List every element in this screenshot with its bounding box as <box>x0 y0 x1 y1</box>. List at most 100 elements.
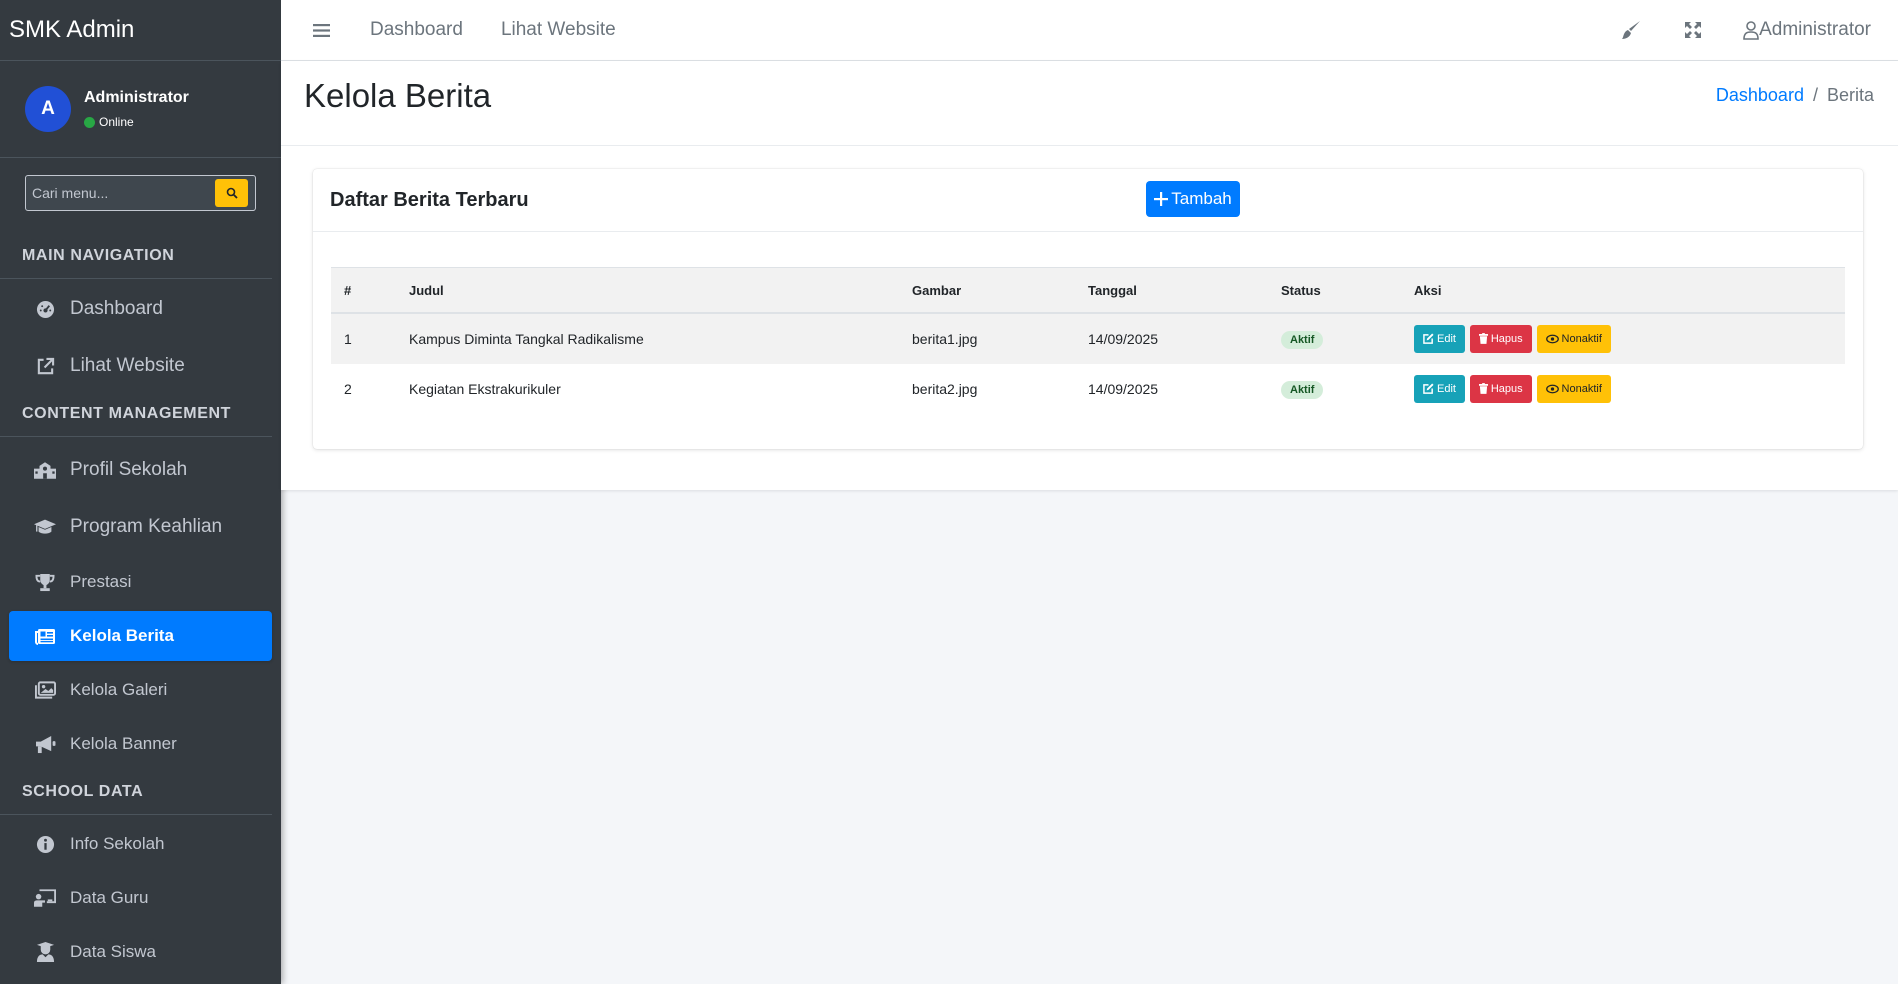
nav-header-main: MAIN NAVIGATION <box>0 233 272 279</box>
eye-slash-icon <box>1545 384 1559 394</box>
topbar: Dashboard Lihat Website Administrator <box>281 0 1898 61</box>
add-news-label: Tambah <box>1171 189 1232 208</box>
table-header-row: # Judul Gambar Tanggal Status Aksi <box>331 267 1845 314</box>
sidebar-item-kelola-berita[interactable]: Kelola Berita <box>9 611 272 661</box>
sidebar-search <box>25 175 256 211</box>
delete-button[interactable]: Hapus <box>1469 374 1532 403</box>
eye-slash-icon <box>1545 334 1559 344</box>
gauge-icon <box>34 298 56 320</box>
sidebar-item-label: Kelola Galeri <box>70 680 168 699</box>
sidebar-item-profil-sekolah[interactable]: Profil Sekolah <box>9 445 272 495</box>
column-header: Aksi <box>1401 267 1845 314</box>
sidebar-item-data-siswa[interactable]: Data Siswa <box>9 927 272 977</box>
edit-icon <box>1423 383 1434 395</box>
cell-judul: Kegiatan Ekstrakurikuler <box>409 381 561 397</box>
cell-status: Aktif <box>1268 364 1401 414</box>
user-status-label: Online <box>99 115 134 129</box>
info-circle-icon <box>34 833 56 855</box>
page-title: Kelola Berita <box>304 77 492 114</box>
sidebar: SMK Admin A Administrator Online MAIN NA… <box>0 0 281 984</box>
trophy-icon <box>34 571 56 593</box>
search-input[interactable] <box>26 178 215 208</box>
cell-judul: Kampus Diminta Tangkal Radikalisme <box>396 313 899 364</box>
topnav-lihat-website-link[interactable]: Lihat Website <box>501 19 616 41</box>
sidebar-item-info-sekolah[interactable]: Info Sekolah <box>9 819 272 869</box>
cell-aksi: Edit Hapus Nonaktif <box>1401 313 1845 364</box>
edit-icon <box>1423 333 1434 345</box>
plus-icon <box>1154 192 1169 206</box>
sidebar-item-lihat-website[interactable]: Lihat Website <box>9 341 272 391</box>
user-menu-label: Administrator <box>1759 19 1871 40</box>
card-title: Daftar Berita Terbaru <box>330 189 529 211</box>
search-icon <box>226 187 238 199</box>
user-name[interactable]: Administrator <box>84 89 189 107</box>
breadcrumb-separator: / <box>1812 85 1818 105</box>
deactivate-label: Nonaktif <box>1561 383 1602 396</box>
sidebar-item-kelola-banner[interactable]: Kelola Banner <box>9 719 272 769</box>
cell-aksi: Edit Hapus Nonaktif <box>1401 364 1845 414</box>
user-graduate-icon <box>34 941 56 963</box>
edit-button[interactable]: Edit <box>1414 324 1465 353</box>
column-header: Status <box>1268 267 1401 314</box>
search-button[interactable] <box>215 179 248 207</box>
sidebar-item-label: Profil Sekolah <box>70 459 188 480</box>
breadcrumb: Dashboard / Berita <box>1716 85 1874 106</box>
status-badge: Aktif <box>1281 330 1324 349</box>
topbar-right: Administrator <box>1581 0 1871 60</box>
user-panel: A Administrator Online <box>0 61 281 158</box>
cell-gambar: berita1.jpg <box>899 313 1075 364</box>
sidebar-item-label: Prestasi <box>70 572 132 591</box>
sidebar-item-prestasi[interactable]: Prestasi <box>9 557 272 607</box>
delete-label: Hapus <box>1490 382 1523 395</box>
content-wrapper: Kelola Berita Dashboard / Berita Daftar Be… <box>281 61 1898 490</box>
nav-header-content: CONTENT MANAGEMENT <box>0 391 272 437</box>
cell-tanggal: 14/09/2025 <box>1088 381 1159 397</box>
graduation-cap-icon <box>34 516 56 538</box>
external-link-icon <box>34 355 56 377</box>
avatar[interactable]: A <box>25 86 71 132</box>
delete-label: Hapus <box>1490 332 1523 345</box>
user-status: Online <box>84 115 189 129</box>
sidebar-item-program-keahlian[interactable]: Program Keahlian <box>9 502 272 552</box>
deactivate-button[interactable]: Nonaktif <box>1536 325 1611 354</box>
user-menu[interactable]: Administrator <box>1743 19 1871 41</box>
nav-header-school: SCHOOL DATA <box>0 769 272 815</box>
sidebar-item-label: Kelola Banner <box>70 734 177 753</box>
news-card: Daftar Berita Terbaru Tambah # Judul Gam… <box>313 169 1863 449</box>
sidebar-item-dashboard[interactable]: Dashboard <box>9 284 272 334</box>
edit-button[interactable]: Edit <box>1414 374 1465 403</box>
sidebar-item-label: Info Sekolah <box>70 834 165 853</box>
brand-logo[interactable]: SMK Admin <box>0 0 281 61</box>
megaphone-icon <box>34 733 56 755</box>
topnav-dashboard-link[interactable]: Dashboard <box>370 19 463 41</box>
edit-label: Edit <box>1437 382 1456 395</box>
sidebar-item-label: Program Keahlian <box>70 516 223 537</box>
table-row: 1 Kampus Diminta Tangkal Radikalisme ber… <box>331 313 1845 364</box>
trash-icon <box>1478 383 1488 395</box>
sidebar-item-label: Kelola Berita <box>70 626 174 645</box>
add-news-button[interactable]: Tambah <box>1146 181 1240 217</box>
trash-icon <box>1478 333 1488 345</box>
cell-no: 2 <box>344 381 352 397</box>
sidebar-item-kelola-galeri[interactable]: Kelola Galeri <box>9 665 272 715</box>
breadcrumb-home-link[interactable]: Dashboard <box>1716 85 1804 105</box>
menu-toggle-icon[interactable] <box>310 19 332 41</box>
fullscreen-icon[interactable] <box>1681 18 1705 42</box>
table-row: 2 Kegiatan Ekstrakurikuler berita2.jpg 1… <box>331 364 1845 414</box>
delete-button[interactable]: Hapus <box>1469 324 1532 353</box>
deactivate-button[interactable]: Nonaktif <box>1536 375 1611 404</box>
column-header: Tanggal <box>1075 267 1268 314</box>
column-header: Judul <box>396 267 899 314</box>
header-divider <box>281 145 1898 146</box>
column-header: Gambar <box>899 267 1075 314</box>
school-icon <box>34 459 56 481</box>
card-header: Daftar Berita Terbaru Tambah <box>313 169 1863 232</box>
paint-brush-icon[interactable] <box>1619 18 1643 42</box>
cell-status: Aktif <box>1268 313 1401 364</box>
newspaper-icon <box>34 625 56 647</box>
images-icon <box>34 679 56 701</box>
cell-tanggal: 14/09/2025 <box>1075 313 1268 364</box>
sidebar-item-label: Lihat Website <box>70 355 185 376</box>
news-table: # Judul Gambar Tanggal Status Aksi 1 Kam… <box>331 267 1845 414</box>
sidebar-item-data-guru[interactable]: Data Guru <box>9 873 272 923</box>
